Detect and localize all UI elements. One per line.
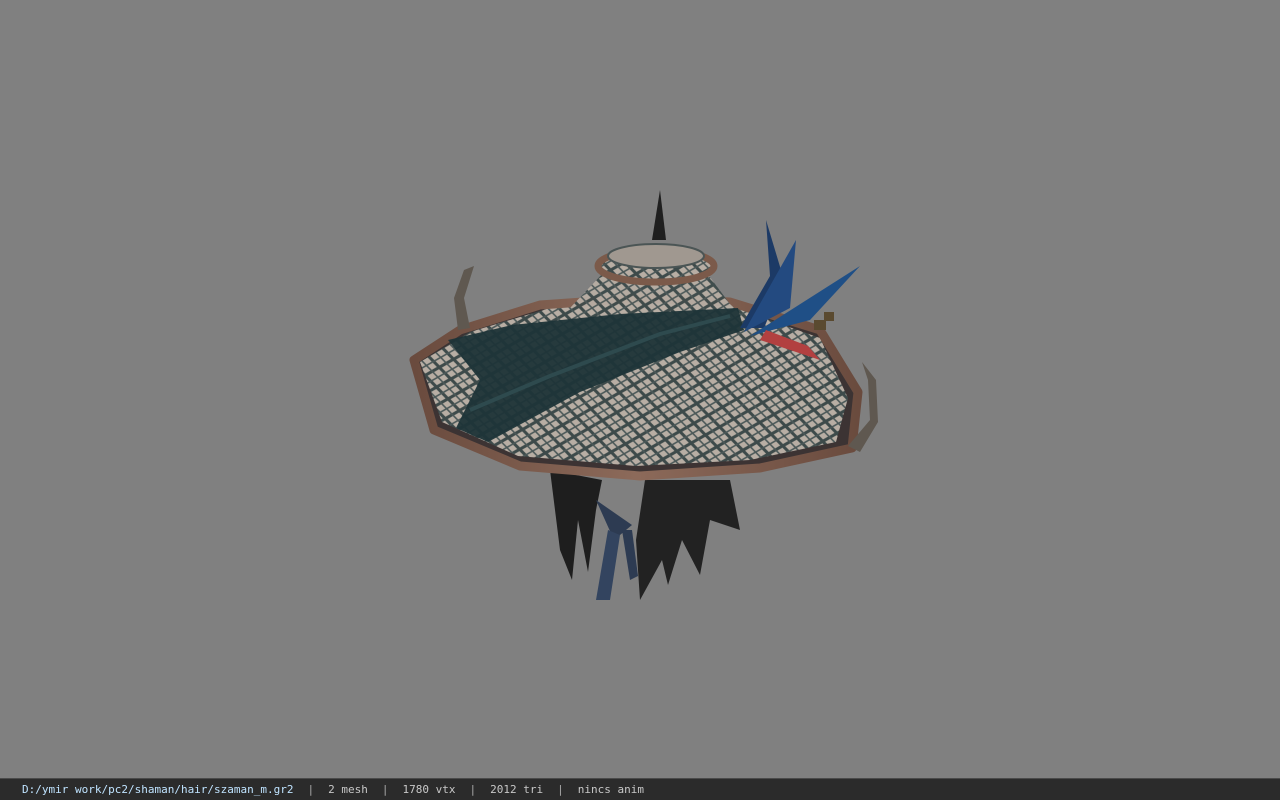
animation-status: nincs anim <box>577 783 644 796</box>
separator: | <box>469 783 477 796</box>
separator: | <box>307 783 315 796</box>
separator: | <box>381 783 389 796</box>
triangle-count: 2012 tri <box>490 783 544 796</box>
separator: | <box>557 783 564 796</box>
mesh-count: 2 mesh <box>328 783 368 796</box>
vertex-count: 1780 vtx <box>402 783 456 796</box>
hair-mesh <box>550 470 740 600</box>
3d-viewport[interactable] <box>0 0 1280 778</box>
file-path: D:/ymir work/pc2/shaman/hair/szaman_m.gr… <box>22 783 294 796</box>
status-bar: D:/ymir work/pc2/shaman/hair/szaman_m.gr… <box>0 778 1280 800</box>
conical-hat-model[interactable] <box>400 180 880 620</box>
